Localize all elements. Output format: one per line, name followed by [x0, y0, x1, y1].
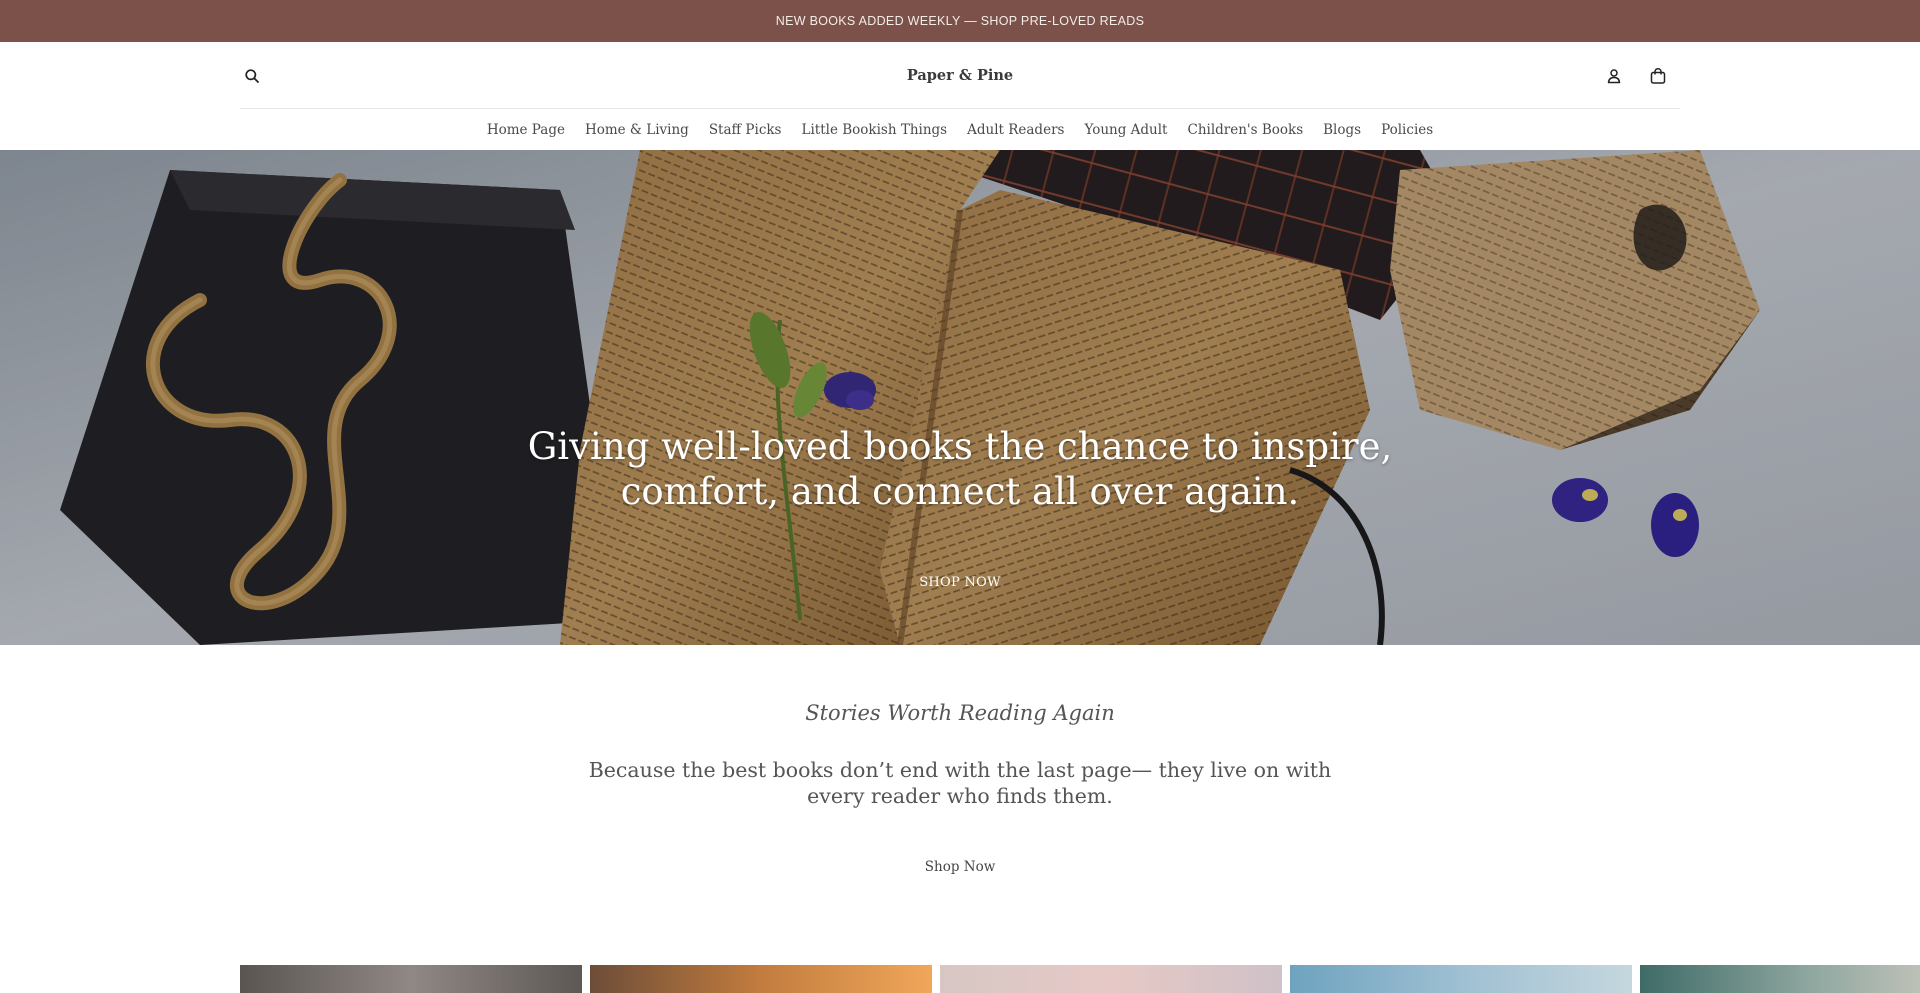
header-inner: Paper & Pine Home Page Home & Living Sta…: [240, 42, 1680, 150]
main-nav: Home Page Home & Living Staff Picks Litt…: [240, 109, 1680, 150]
collection-tile-image[interactable]: [940, 965, 1282, 993]
nav-item-staff-picks[interactable]: Staff Picks: [709, 122, 782, 138]
collection-tile-image[interactable]: [590, 965, 932, 993]
announcement-text: NEW BOOKS ADDED WEEKLY — SHOP PRE-LOVED …: [775, 14, 1145, 28]
brand-logo: Paper & Pine: [240, 64, 1680, 88]
nav-item-policies[interactable]: Policies: [1381, 122, 1433, 138]
collection-tiles: [240, 965, 1920, 993]
nav-item-blogs[interactable]: Blogs: [1323, 122, 1361, 138]
collection-tile-image[interactable]: [240, 965, 582, 993]
hero-heading: Giving well-loved books the chance to in…: [527, 425, 1393, 513]
account-icon: [1607, 69, 1621, 84]
brand-link[interactable]: Paper & Pine: [907, 67, 1013, 84]
collection-tile-image[interactable]: [1290, 965, 1632, 993]
hero-overlay: [0, 150, 1920, 645]
nav-item-young-adult[interactable]: Young Adult: [1084, 122, 1167, 138]
intro-subheading: Stories Worth Reading Again: [805, 701, 1115, 725]
intro-tagline: Because the best books don’t end with th…: [588, 758, 1332, 808]
nav-item-adult-readers[interactable]: Adult Readers: [967, 122, 1064, 138]
nav-item-childrens-books[interactable]: Children's Books: [1187, 122, 1303, 138]
intro-shop-now-link[interactable]: Shop Now: [860, 859, 1060, 875]
shopping-bag-icon: [1650, 68, 1666, 84]
hero-banner: Giving well-loved books the chance to in…: [0, 150, 1920, 645]
announcement-bar: NEW BOOKS ADDED WEEKLY — SHOP PRE-LOVED …: [0, 0, 1920, 42]
collection-tile-image[interactable]: [1640, 965, 1920, 993]
account-button[interactable]: [1602, 64, 1626, 88]
nav-item-home-living[interactable]: Home & Living: [585, 122, 689, 138]
site-header: Paper & Pine Home Page Home & Living Sta…: [0, 42, 1920, 150]
intro-section: Stories Worth Reading Again Because the …: [0, 645, 1920, 975]
nav-item-home-page[interactable]: Home Page: [487, 122, 565, 138]
hero-shop-now-link[interactable]: SHOP NOW: [860, 575, 1060, 590]
nav-item-little-bookish-things[interactable]: Little Bookish Things: [802, 122, 948, 138]
cart-button[interactable]: [1646, 64, 1670, 88]
